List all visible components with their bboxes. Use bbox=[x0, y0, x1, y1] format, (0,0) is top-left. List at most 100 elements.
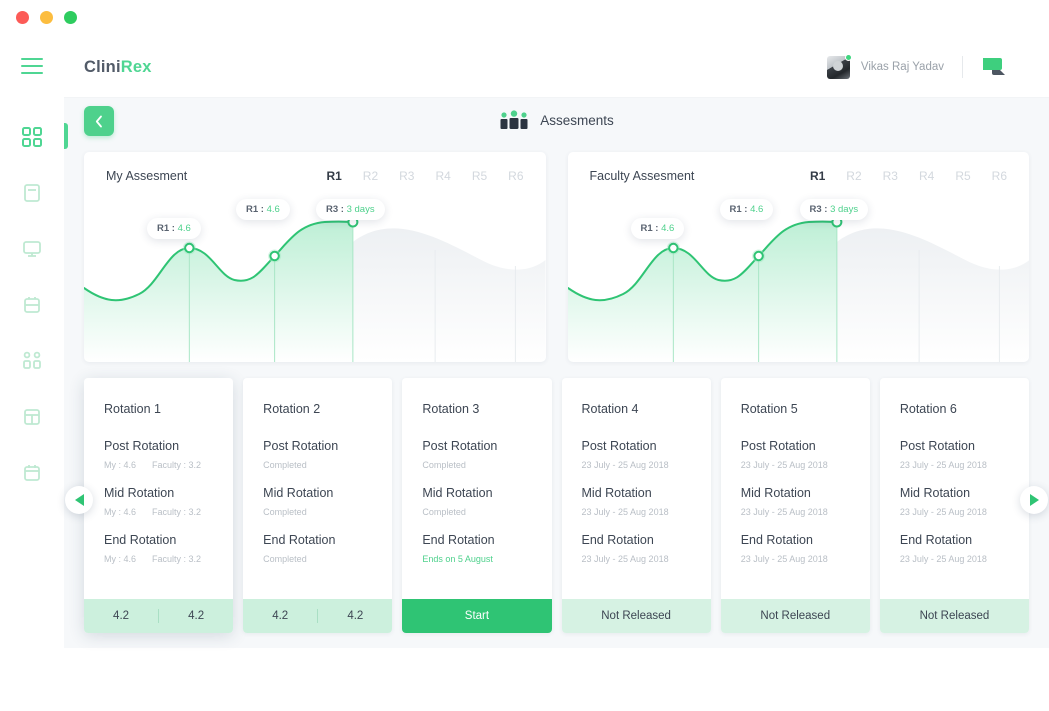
phase-status: Completed bbox=[263, 554, 307, 564]
carousel-prev-button[interactable] bbox=[65, 486, 93, 514]
phase-post: Post Rotation 23 July - 25 Aug 2018 bbox=[900, 439, 1009, 470]
phase-status: 23 July - 25 Aug 2018 bbox=[740, 460, 828, 470]
footer-score-left: 4.2 bbox=[113, 610, 130, 622]
rotation-card-body: Rotation 1 Post Rotation My : 4.6 Facult… bbox=[84, 378, 233, 599]
monitor-icon bbox=[23, 241, 41, 257]
sidebar-item-monitor[interactable] bbox=[19, 236, 45, 262]
phase-mid: Mid Rotation 23 July - 25 Aug 2018 bbox=[900, 486, 1009, 517]
tooltip-label: R1 : bbox=[157, 223, 175, 234]
phase-end: End Rotation 23 July - 25 Aug 2018 bbox=[741, 533, 850, 564]
rotation-card[interactable]: Rotation 4 Post Rotation 23 July - 25 Au… bbox=[561, 378, 711, 633]
rotation-status-button[interactable]: Not Released bbox=[720, 599, 870, 633]
phase-my-score: My : 4.6 bbox=[104, 460, 137, 470]
tab-r2[interactable]: R2 bbox=[846, 169, 861, 183]
footer-score-right: 4.2 bbox=[188, 610, 205, 622]
phase-label: Mid Rotation bbox=[899, 486, 971, 500]
tab-r4[interactable]: R4 bbox=[435, 169, 450, 183]
phase-faculty-score: Faculty : 3.2 bbox=[152, 460, 202, 470]
avatar[interactable] bbox=[826, 53, 852, 79]
start-button[interactable]: Start bbox=[402, 599, 552, 633]
phase-label: End Rotation bbox=[581, 533, 654, 547]
sidebar-item-calendar[interactable] bbox=[19, 460, 45, 486]
rotations-carousel: Rotation 1 Post Rotation My : 4.6 Facult… bbox=[64, 378, 1049, 633]
triangle-right-icon bbox=[1029, 494, 1039, 506]
sidebar bbox=[0, 37, 64, 648]
rotation-footer-scores[interactable]: 4.2 4.2 bbox=[243, 599, 393, 633]
phase-label: Post Rotation bbox=[104, 439, 180, 453]
logo-part-two: Rex bbox=[120, 57, 152, 76]
phase-status: Completed bbox=[263, 460, 307, 470]
sidebar-item-briefcase[interactable] bbox=[19, 292, 45, 318]
charts-row: My Assesment R1 R2 R3 R4 R5 R6 R1: 4.6 … bbox=[64, 152, 1049, 362]
phase-status: 23 July - 25 Aug 2018 bbox=[581, 554, 669, 564]
rotation-status-button[interactable]: Not Released bbox=[879, 599, 1030, 633]
phase-label: End Rotation bbox=[422, 533, 495, 547]
rotation-tabs: R1 R2 R3 R4 R5 R6 bbox=[810, 169, 1007, 183]
phase-status: Completed bbox=[422, 507, 466, 517]
chat-bubble-icon[interactable] bbox=[981, 56, 1007, 78]
phase-mid: Mid Rotation Completed bbox=[263, 486, 372, 517]
tab-r5[interactable]: R5 bbox=[955, 169, 970, 183]
phase-status: 23 July - 25 Aug 2018 bbox=[899, 554, 987, 564]
rotation-card[interactable]: Rotation 3 Post Rotation Completed Mid R… bbox=[402, 378, 552, 633]
phase-label: Mid Rotation bbox=[581, 486, 652, 500]
tooltip-label: R3 : bbox=[809, 204, 828, 215]
page-header: Assesments bbox=[64, 98, 1049, 152]
window-maximize-dot[interactable] bbox=[64, 11, 77, 24]
tab-r3[interactable]: R3 bbox=[399, 169, 414, 183]
phase-status: Completed bbox=[422, 460, 466, 470]
hamburger-icon[interactable] bbox=[21, 58, 43, 74]
phase-label: Post Rotation bbox=[581, 439, 657, 453]
rotation-card[interactable]: Rotation 1 Post Rotation My : 4.6 Facult… bbox=[84, 378, 234, 633]
tab-r4[interactable]: R4 bbox=[919, 169, 934, 183]
chart-tooltip-1: R1 : 4.6 bbox=[147, 218, 201, 239]
tab-r1[interactable]: R1 bbox=[326, 169, 341, 183]
phase-label: End Rotation bbox=[263, 533, 336, 547]
phase-my-score: My : 4.6 bbox=[104, 554, 137, 564]
header-divider bbox=[962, 56, 963, 78]
phase-status: 23 July - 25 Aug 2018 bbox=[581, 507, 669, 517]
tab-r3[interactable]: R3 bbox=[883, 169, 898, 183]
footer-score-right: 4.2 bbox=[347, 610, 364, 622]
tooltip-label: R1 : bbox=[246, 204, 264, 215]
phase-post: Post Rotation Completed bbox=[263, 439, 372, 470]
window-controls bbox=[16, 11, 77, 24]
window-close-dot[interactable] bbox=[16, 11, 29, 24]
sidebar-item-library[interactable] bbox=[19, 180, 45, 206]
rotation-card-body: Rotation 5 Post Rotation 23 July - 25 Au… bbox=[721, 378, 870, 599]
sidebar-item-dashboard[interactable] bbox=[19, 124, 45, 150]
rotation-card[interactable]: Rotation 5 Post Rotation 23 July - 25 Au… bbox=[720, 378, 870, 633]
tab-r6[interactable]: R6 bbox=[992, 169, 1007, 183]
sidebar-item-network[interactable] bbox=[19, 348, 45, 374]
phase-label: Post Rotation bbox=[263, 439, 339, 453]
phase-mid: Mid Rotation Completed bbox=[422, 486, 531, 517]
building-icon bbox=[24, 409, 40, 425]
tab-r6[interactable]: R6 bbox=[508, 169, 523, 183]
footer-score-left: 4.2 bbox=[272, 610, 289, 622]
tab-r2[interactable]: R2 bbox=[363, 169, 378, 183]
phase-label: Mid Rotation bbox=[104, 486, 175, 500]
tab-r5[interactable]: R5 bbox=[472, 169, 487, 183]
phase-end: End Rotation 23 July - 25 Aug 2018 bbox=[900, 533, 1009, 564]
calendar-icon bbox=[24, 465, 40, 481]
logo-part-one: Clini bbox=[84, 57, 121, 76]
tooltip-value: 4.6 bbox=[750, 204, 764, 215]
rotation-card[interactable]: Rotation 6 Post Rotation 23 July - 25 Au… bbox=[879, 378, 1030, 633]
phase-label: Post Rotation bbox=[899, 439, 975, 453]
phase-status: 23 July - 25 Aug 2018 bbox=[899, 507, 987, 517]
phase-post: Post Rotation 23 July - 25 Aug 2018 bbox=[582, 439, 691, 470]
sidebar-item-reports[interactable] bbox=[19, 404, 45, 430]
tab-r1[interactable]: R1 bbox=[810, 169, 825, 183]
rotation-card[interactable]: Rotation 2 Post Rotation Completed Mid R… bbox=[243, 378, 393, 633]
rotation-card-body: Rotation 6 Post Rotation 23 July - 25 Au… bbox=[880, 378, 1029, 599]
chart-tooltip-3: R3 : 3 days bbox=[316, 199, 385, 220]
chart-tooltip-2: R1 : 4.6 bbox=[719, 199, 774, 220]
top-header: CliniRex Vikas Raj Yadav bbox=[64, 37, 1049, 98]
phase-label: Post Rotation bbox=[422, 439, 498, 453]
rotation-status-button[interactable]: Not Released bbox=[561, 599, 711, 633]
rotation-footer-scores[interactable]: 4.2 4.2 bbox=[84, 599, 234, 633]
window-minimize-dot[interactable] bbox=[40, 11, 53, 24]
phase-post: Post Rotation 23 July - 25 Aug 2018 bbox=[741, 439, 850, 470]
app-logo[interactable]: CliniRex bbox=[84, 58, 152, 77]
carousel-next-button[interactable] bbox=[1020, 486, 1048, 514]
